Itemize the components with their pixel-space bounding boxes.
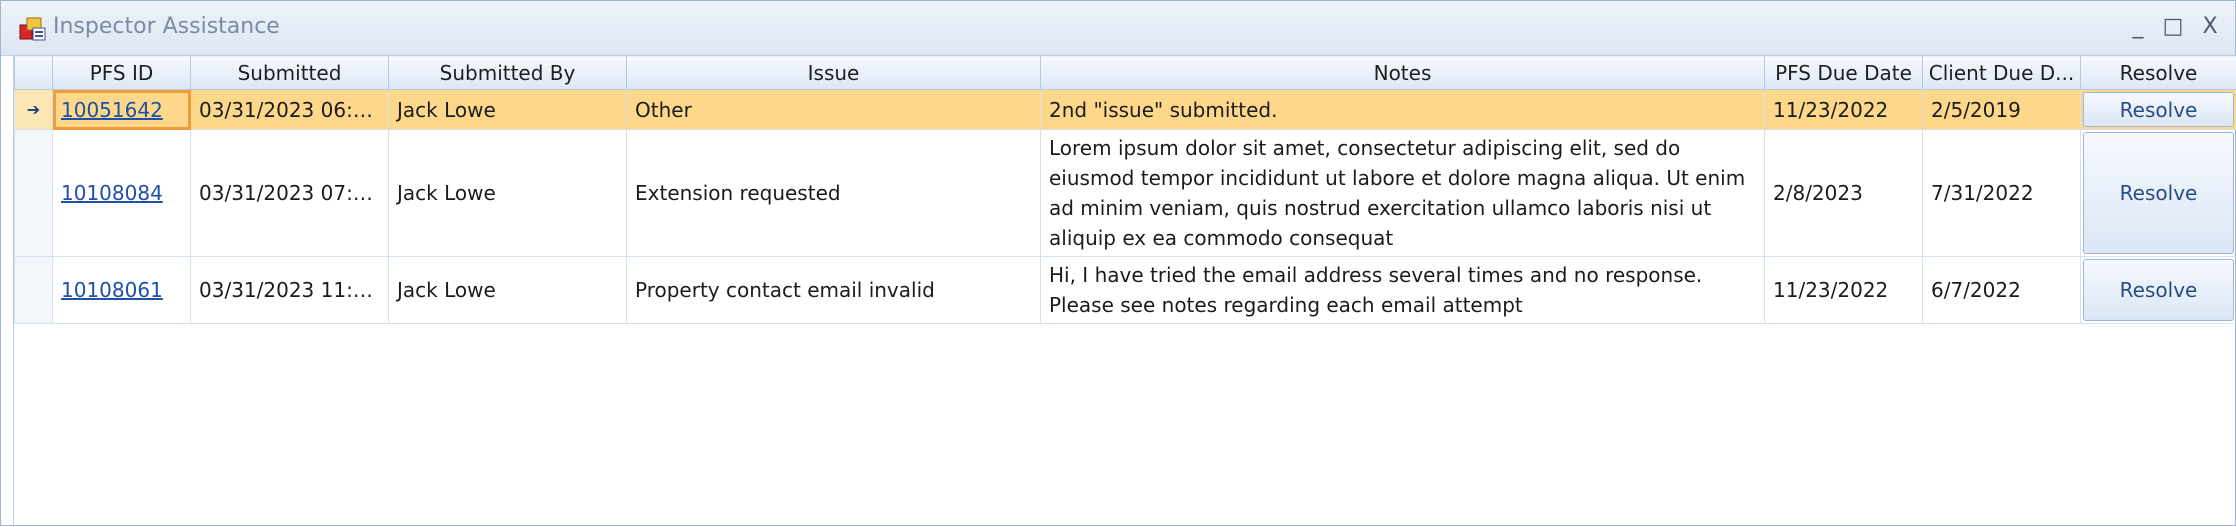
table-row[interactable]: 10108084 03/31/2023 07:2... Jack Lowe Ex… bbox=[15, 130, 2236, 257]
title-bar: Inspector Assistance _ □ X bbox=[1, 1, 2235, 56]
table-row[interactable]: 10108061 03/31/2023 11:5... Jack Lowe Pr… bbox=[15, 257, 2236, 324]
resolve-cell: Resolve bbox=[2081, 130, 2236, 257]
resolve-cell: Resolve bbox=[2081, 90, 2236, 130]
pfs-id-link[interactable]: 10108084 bbox=[61, 181, 163, 205]
submitted-cell[interactable]: 03/31/2023 07:2... bbox=[191, 130, 389, 257]
submitted-by-cell[interactable]: Jack Lowe bbox=[389, 130, 627, 257]
submitted-cell[interactable]: 03/31/2023 06:3... bbox=[191, 90, 389, 130]
table-row[interactable]: ➔ 10051642 03/31/2023 06:3... Jack Lowe … bbox=[15, 90, 2236, 130]
client-due-date-cell[interactable]: 6/7/2022 bbox=[1923, 257, 2081, 324]
column-header-pfs-id[interactable]: PFS ID bbox=[53, 56, 191, 90]
column-header-pfs-due-date[interactable]: PFS Due Date bbox=[1765, 56, 1923, 90]
row-selector[interactable] bbox=[15, 257, 53, 324]
resolve-cell: Resolve bbox=[2081, 257, 2236, 324]
pfs-due-date-cell[interactable]: 2/8/2023 bbox=[1765, 130, 1923, 257]
client-due-date-cell[interactable]: 2/5/2019 bbox=[1923, 90, 2081, 130]
maximize-button[interactable]: □ bbox=[2158, 11, 2188, 43]
notes-cell[interactable]: Hi, I have tried the email address sever… bbox=[1041, 257, 1765, 324]
inspector-assistance-window: Inspector Assistance _ □ X PFS ID bbox=[0, 0, 2236, 526]
notes-cell[interactable]: 2nd "issue" submitted. bbox=[1041, 90, 1765, 130]
submitted-by-cell[interactable]: Jack Lowe bbox=[389, 90, 627, 130]
column-header-client-due-date[interactable]: Client Due D... bbox=[1923, 56, 2081, 90]
column-header-issue[interactable]: Issue bbox=[627, 56, 1041, 90]
row-selector-header bbox=[15, 56, 53, 90]
header-row: PFS ID Submitted Submitted By Issue Note… bbox=[15, 56, 2236, 90]
pfs-id-cell[interactable]: 10051642 bbox=[53, 90, 191, 130]
submitted-cell[interactable]: 03/31/2023 11:5... bbox=[191, 257, 389, 324]
submitted-by-cell[interactable]: Jack Lowe bbox=[389, 257, 627, 324]
resolve-button[interactable]: Resolve bbox=[2083, 92, 2234, 127]
issue-cell[interactable]: Extension requested bbox=[627, 130, 1041, 257]
pfs-id-link[interactable]: 10051642 bbox=[61, 98, 163, 122]
client-due-date-cell[interactable]: 7/31/2022 bbox=[1923, 130, 2081, 257]
issue-cell[interactable]: Other bbox=[627, 90, 1041, 130]
row-selector[interactable]: ➔ bbox=[15, 90, 53, 130]
issue-cell[interactable]: Property contact email invalid bbox=[627, 257, 1041, 324]
pfs-due-date-cell[interactable]: 11/23/2022 bbox=[1765, 90, 1923, 130]
close-button[interactable]: X bbox=[2195, 11, 2225, 43]
pfs-id-cell[interactable]: 10108084 bbox=[53, 130, 191, 257]
pfs-due-date-cell[interactable]: 11/23/2022 bbox=[1765, 257, 1923, 324]
column-header-submitted[interactable]: Submitted bbox=[191, 56, 389, 90]
row-selector[interactable] bbox=[15, 130, 53, 257]
pfs-id-link[interactable]: 10108061 bbox=[61, 278, 163, 302]
minimize-button[interactable]: _ bbox=[2123, 11, 2153, 43]
issues-table: PFS ID Submitted Submitted By Issue Note… bbox=[14, 55, 2236, 324]
app-icon bbox=[19, 16, 47, 42]
data-grid: PFS ID Submitted Submitted By Issue Note… bbox=[13, 55, 2236, 527]
resolve-button[interactable]: Resolve bbox=[2083, 132, 2234, 254]
notes-cell[interactable]: Lorem ipsum dolor sit amet, consectetur … bbox=[1041, 130, 1765, 257]
window-title: Inspector Assistance bbox=[53, 14, 280, 39]
pfs-id-cell[interactable]: 10108061 bbox=[53, 257, 191, 324]
column-header-notes[interactable]: Notes bbox=[1041, 56, 1765, 90]
resolve-button[interactable]: Resolve bbox=[2083, 259, 2234, 321]
column-header-resolve[interactable]: Resolve bbox=[2081, 56, 2236, 90]
column-header-submitted-by[interactable]: Submitted By bbox=[389, 56, 627, 90]
arrow-right-icon: ➔ bbox=[27, 100, 40, 119]
